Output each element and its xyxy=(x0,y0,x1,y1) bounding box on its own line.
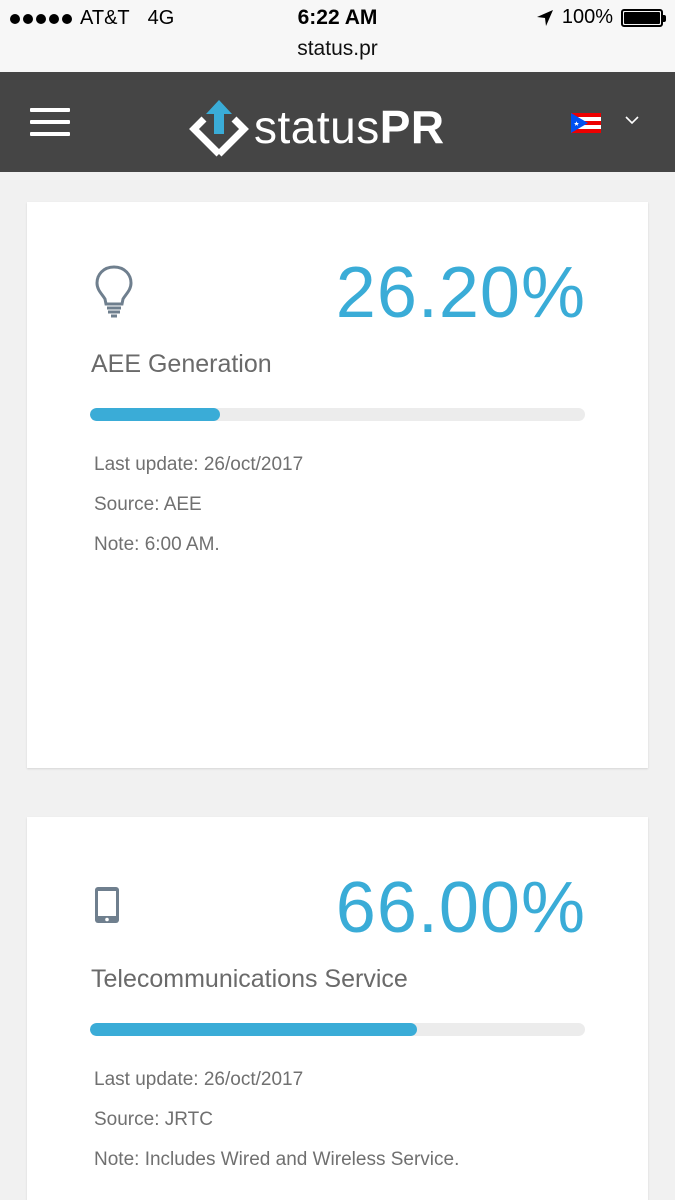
battery-percent: 100% xyxy=(561,6,613,28)
note: Note: 6:00 AM. xyxy=(94,534,220,555)
progress-bar xyxy=(90,1023,585,1036)
chevron-down-icon[interactable] xyxy=(624,112,640,128)
progress-bar xyxy=(90,408,585,421)
card-meta: Last update: 26/oct/2017 Source: AEE Not… xyxy=(94,452,303,572)
percent-value: 66.00% xyxy=(335,868,586,948)
progress-fill xyxy=(90,1023,417,1036)
status-card-telecom: 66.00% Telecommunications Service Last u… xyxy=(27,817,648,1200)
note: Note: Includes Wired and Wireless Servic… xyxy=(94,1149,460,1170)
source: Source: JRTC xyxy=(94,1109,213,1130)
progress-fill xyxy=(90,408,220,421)
address-bar[interactable]: status.pr xyxy=(0,37,675,61)
lightbulb-icon xyxy=(95,265,133,318)
statuspr-logo[interactable]: statusPR xyxy=(188,96,445,158)
battery-icon xyxy=(621,8,666,27)
percent-value: 26.20% xyxy=(335,253,586,333)
ios-status-bar: AT&T 4G 6:22 AM 100% status.pr xyxy=(0,0,675,72)
location-arrow-icon xyxy=(536,9,553,26)
status-card-aee: 26.20% AEE Generation Last update: 26/oc… xyxy=(27,202,648,768)
last-update: Last update: 26/oct/2017 xyxy=(94,454,304,475)
puerto-rico-flag-icon[interactable] xyxy=(571,113,601,133)
mobile-phone-icon xyxy=(95,887,119,923)
hamburger-icon[interactable] xyxy=(30,108,70,136)
logo-mark-icon xyxy=(189,100,249,157)
source: Source: AEE xyxy=(94,494,202,515)
card-title: Telecommunications Service xyxy=(91,965,408,993)
card-title: AEE Generation xyxy=(91,350,272,378)
last-update: Last update: 26/oct/2017 xyxy=(94,1069,304,1090)
app-header: statusPR xyxy=(0,72,675,172)
status-right: 100% xyxy=(536,6,666,29)
logo-text: statusPR xyxy=(254,101,445,153)
card-meta: Last update: 26/oct/2017 Source: JRTC No… xyxy=(94,1067,459,1187)
